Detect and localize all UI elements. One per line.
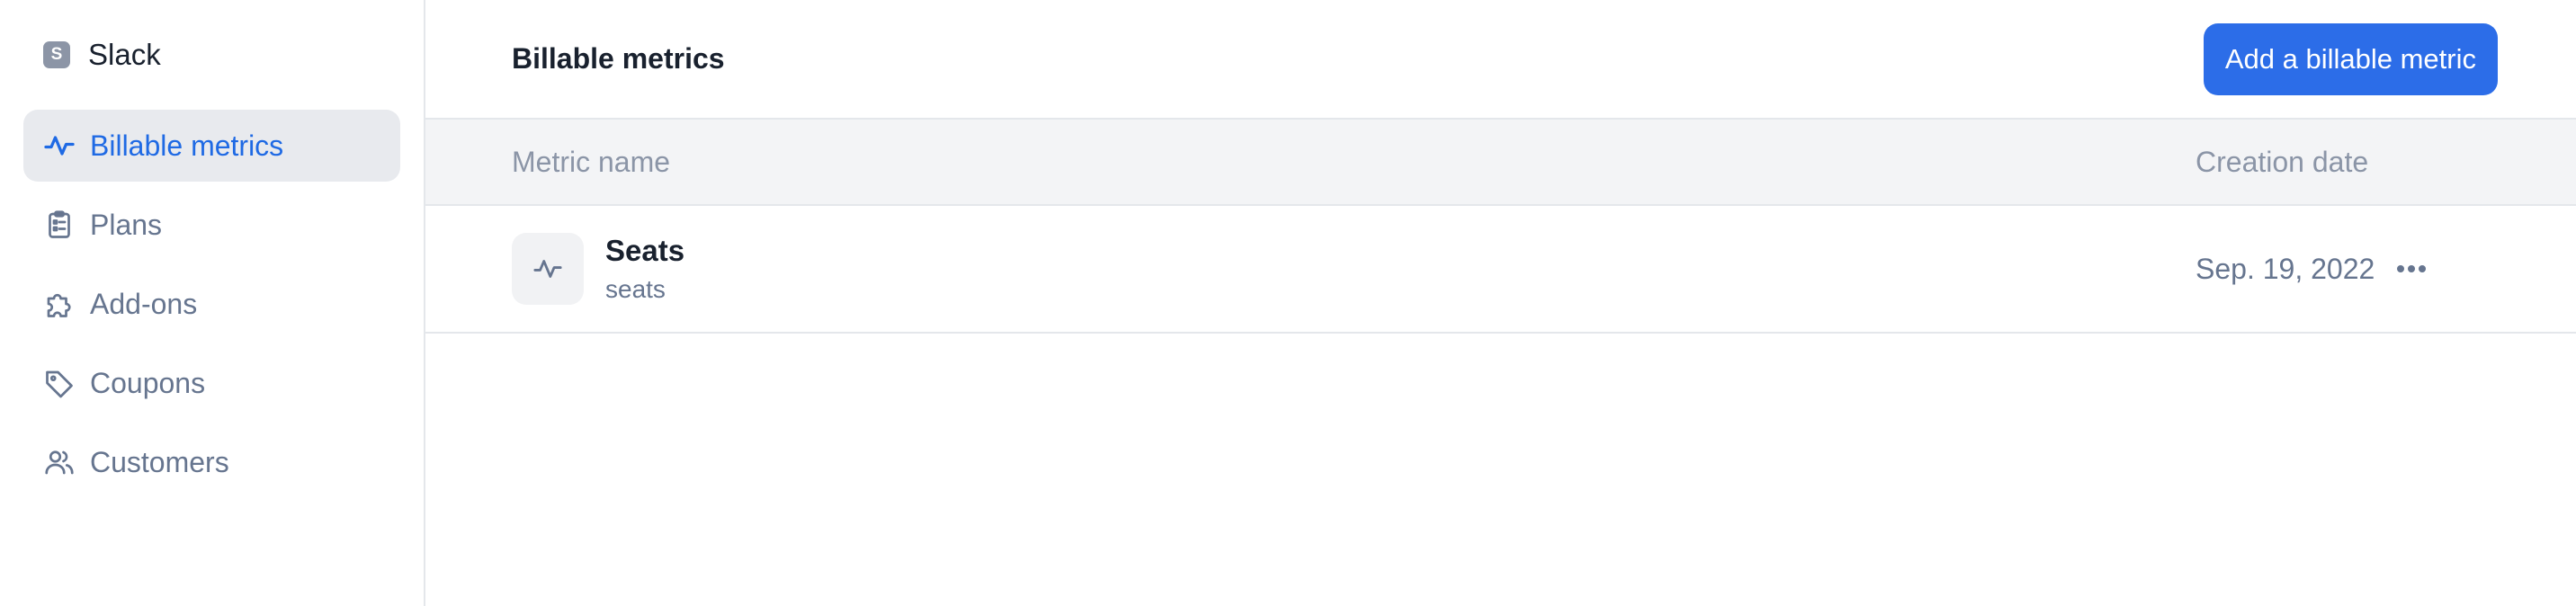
app-shell: S Slack Billable metrics Plans Add-ons C… [0,0,2576,606]
sidebar-item-label: Plans [90,208,163,241]
users-icon [43,446,76,478]
column-header-creation-date: Creation date [2196,145,2369,178]
clipboard-icon [43,209,76,241]
table-header: Metric name Creation date [425,120,2576,206]
sidebar-item-customers[interactable]: Customers [23,426,400,498]
pulse-icon [43,129,76,162]
sidebar-item-plans[interactable]: Plans [23,189,400,261]
sidebar-item-label: Add-ons [90,287,198,320]
sidebar: S Slack Billable metrics Plans Add-ons C… [0,0,425,606]
more-horizontal-icon [2397,265,2426,272]
sidebar-item-label: Customers [90,445,229,478]
sidebar-item-label: Coupons [90,366,206,399]
page-title: Billable metrics [512,42,725,75]
sidebar-item-billable-metrics[interactable]: Billable metrics [23,110,400,182]
page-header: Billable metrics Add a billable metric [425,0,2576,120]
tag-icon [43,367,76,399]
puzzle-icon [43,288,76,320]
main-content: Billable metrics Add a billable metric M… [425,0,2576,606]
pulse-icon [512,233,584,305]
metric-name: Seats [605,234,685,267]
org-badge: S [43,41,70,68]
metric-creation-date: Sep. 19, 2022 [2196,252,2375,285]
add-billable-metric-button[interactable]: Add a billable metric [2203,22,2498,95]
org-switcher[interactable]: S Slack [23,0,400,110]
column-header-metric-name: Metric name [512,145,671,178]
sidebar-nav: Billable metrics Plans Add-ons Coupons C… [23,110,400,498]
table-row[interactable]: Seats seats Sep. 19, 2022 [425,206,2576,334]
row-actions-button[interactable] [2386,244,2437,294]
sidebar-item-coupons[interactable]: Coupons [23,347,400,419]
metric-code: seats [605,275,666,303]
metric-info: Seats seats [605,234,684,304]
sidebar-item-add-ons[interactable]: Add-ons [23,268,400,340]
org-name: Slack [88,38,161,71]
sidebar-item-label: Billable metrics [90,129,284,162]
